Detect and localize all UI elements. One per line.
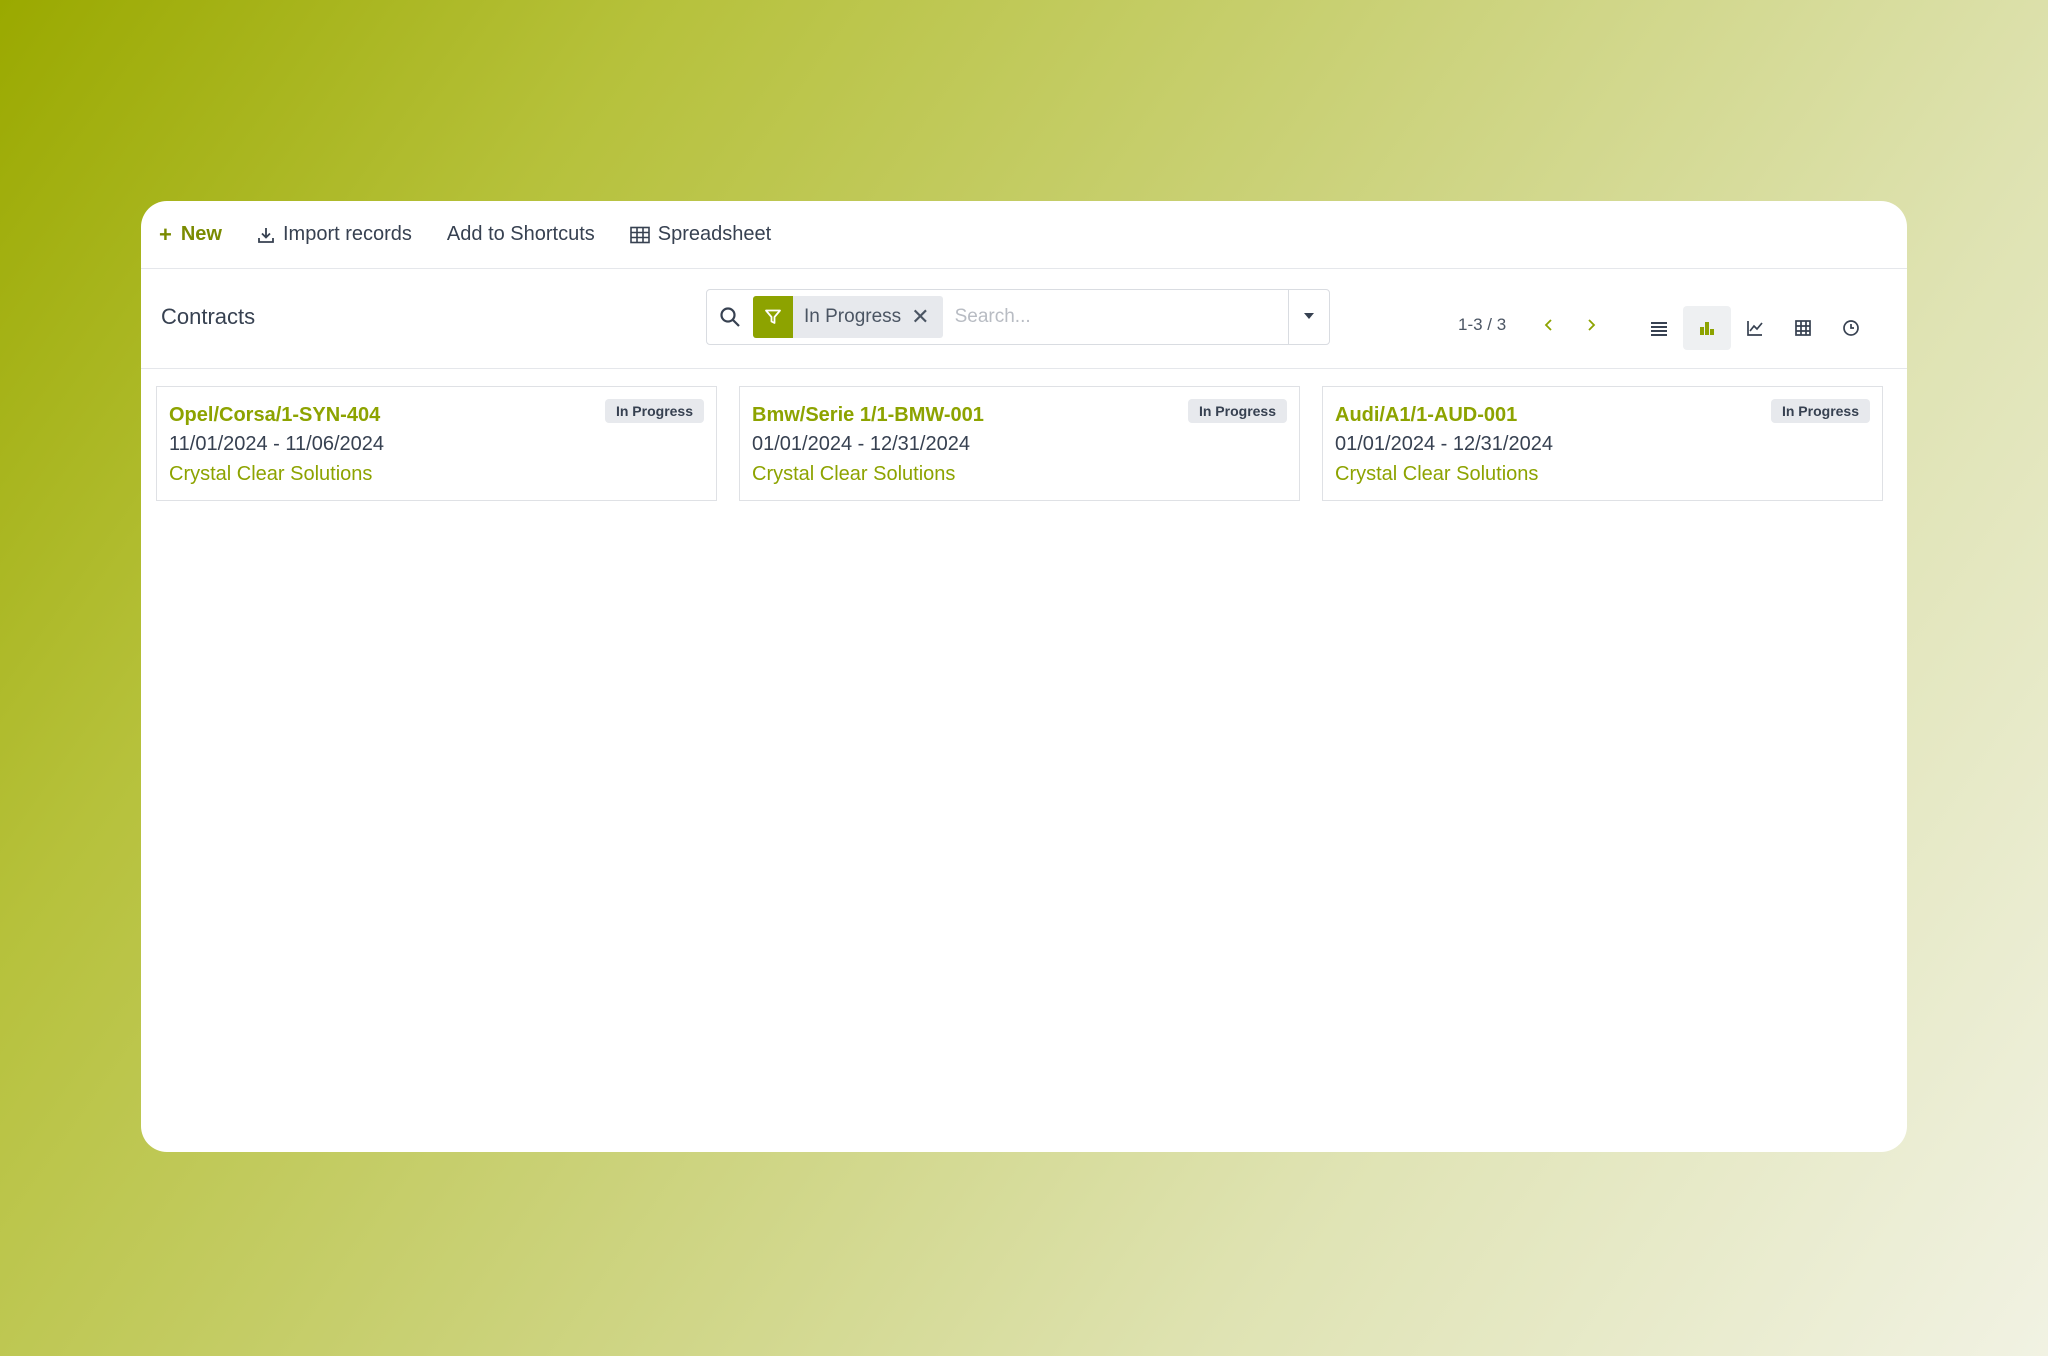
status-badge: In Progress (604, 399, 704, 423)
contract-card[interactable]: Bmw/Serie 1/1-BMW-001 01/01/2024 - 12/31… (739, 386, 1300, 501)
graph-view-icon (1747, 321, 1763, 336)
contract-card[interactable]: Audi/A1/1-AUD-001 01/01/2024 - 12/31/202… (1322, 386, 1883, 501)
filter-facet-label: In Progress (804, 306, 902, 327)
status-badge: In Progress (1187, 399, 1287, 423)
pivot-view-icon (1795, 320, 1811, 336)
contract-dates: 01/01/2024 - 12/31/2024 (1335, 433, 1553, 455)
control-panel: Contracts In Progress ✕ Search... 1-3 / … (141, 269, 1907, 369)
spreadsheet-button[interactable]: Spreadsheet (629, 223, 772, 246)
search-icon[interactable] (707, 306, 753, 328)
contract-dates: 01/01/2024 - 12/31/2024 (752, 433, 970, 455)
kanban-view-icon (1700, 322, 1714, 335)
new-button[interactable]: + New (159, 223, 222, 246)
pager-value[interactable]: 1-3 / 3 (1458, 315, 1506, 335)
contract-card[interactable]: Opel/Corsa/1-SYN-404 11/01/2024 - 11/06/… (156, 386, 717, 501)
list-view-button[interactable] (1635, 306, 1683, 350)
add-to-shortcuts-label: Add to Shortcuts (446, 223, 595, 245)
pivot-view-button[interactable] (1779, 306, 1827, 350)
action-toolbar: + New Import records Add to Shortcuts Sp… (141, 201, 1907, 269)
chevron-left-icon (1544, 319, 1552, 331)
contract-company: Crystal Clear Solutions (169, 463, 373, 485)
caret-down-icon (1302, 308, 1316, 326)
filter-facet: In Progress ✕ (753, 296, 943, 338)
chevron-right-icon (1588, 319, 1596, 331)
status-badge: In Progress (1770, 399, 1870, 423)
view-switcher (1635, 306, 1875, 350)
download-icon (257, 226, 275, 244)
filter-icon (753, 296, 793, 338)
import-records-label: Import records (282, 223, 412, 245)
search-options-toggle[interactable] (1288, 290, 1329, 344)
plus-icon: + (159, 221, 172, 247)
pager-previous-button[interactable] (1528, 311, 1570, 339)
list-view-icon (1651, 322, 1667, 336)
app-window: + New Import records Add to Shortcuts Sp… (141, 201, 1907, 1152)
spreadsheet-label: Spreadsheet (657, 223, 772, 245)
contract-dates: 11/01/2024 - 11/06/2024 (169, 433, 384, 455)
graph-view-button[interactable] (1731, 306, 1779, 350)
pager: 1-3 / 3 (1458, 311, 1612, 339)
new-button-label: New (180, 223, 222, 245)
search-input[interactable] (942, 296, 1288, 338)
contract-company: Crystal Clear Solutions (752, 463, 956, 485)
contract-company: Crystal Clear Solutions (1335, 463, 1539, 485)
add-to-shortcuts-button[interactable]: Add to Shortcuts (447, 223, 595, 246)
spreadsheet-icon (629, 226, 650, 244)
search-bar: In Progress ✕ (706, 289, 1330, 345)
page-title: Contracts (161, 304, 256, 329)
pager-next-button[interactable] (1570, 311, 1612, 339)
import-records-button[interactable]: Import records (257, 223, 412, 246)
activity-view-button[interactable] (1827, 306, 1875, 350)
kanban-cards: Opel/Corsa/1-SYN-404 11/01/2024 - 11/06/… (156, 386, 1883, 501)
kanban-view-button[interactable] (1683, 306, 1731, 350)
close-icon[interactable]: ✕ (911, 296, 942, 338)
clock-icon (1843, 320, 1859, 336)
